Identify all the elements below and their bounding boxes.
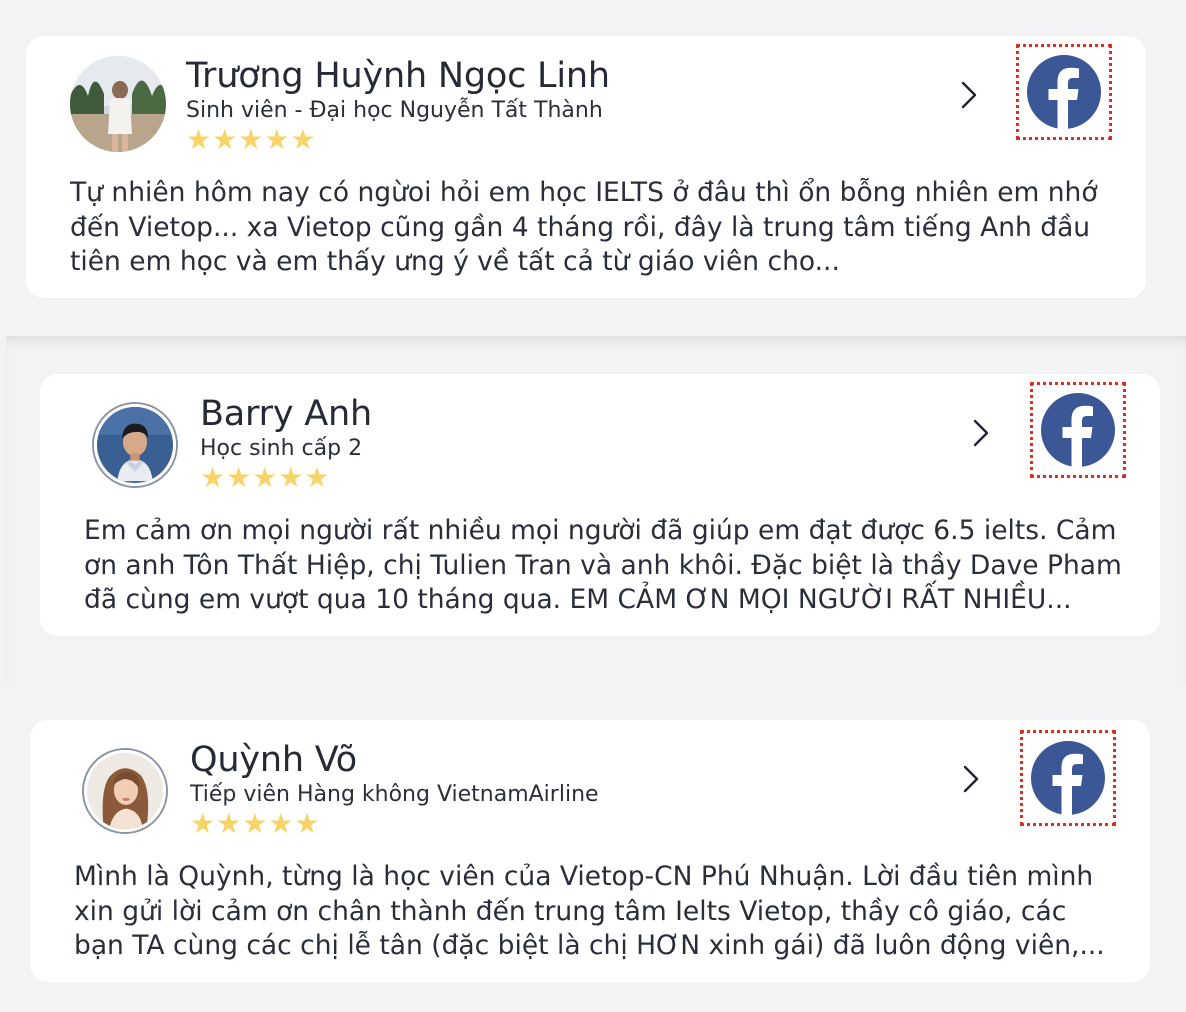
facebook-link[interactable]	[1020, 730, 1116, 826]
chevron-right-icon[interactable]	[970, 418, 992, 448]
facebook-icon	[1041, 393, 1115, 468]
avatar	[94, 404, 176, 486]
reviewer-name: Quỳnh Võ	[190, 740, 357, 780]
reviewer-name: Trương Huỳnh Ngọc Linh	[186, 56, 610, 96]
rating-stars: ★★★★★	[200, 461, 331, 494]
facebook-icon	[1031, 741, 1105, 816]
chevron-right-icon[interactable]	[958, 80, 980, 110]
review-card: Quỳnh Võ Tiếp viên Hàng không VietnamAir…	[30, 720, 1150, 982]
reviewer-name: Barry Anh	[200, 394, 372, 434]
reviewer-role: Sinh viên - Đại học Nguyễn Tất Thành	[186, 98, 603, 123]
facebook-icon	[1027, 55, 1101, 130]
review-section: Barry Anh Học sinh cấp 2 ★★★★★ Em cảm ơn…	[6, 336, 1186, 686]
facebook-link[interactable]	[1030, 382, 1126, 478]
review-text: Em cảm ơn mọi người rất nhiều mọi người …	[84, 515, 1122, 615]
reviewer-role: Tiếp viên Hàng không VietnamAirline	[190, 782, 599, 807]
facebook-link[interactable]	[1016, 44, 1112, 140]
review-text: Mình là Quỳnh, từng là học viên của Viet…	[74, 861, 1105, 961]
review-section: Quỳnh Võ Tiếp viên Hàng không VietnamAir…	[0, 686, 1186, 1012]
reviewer-role: Học sinh cấp 2	[200, 436, 363, 461]
review-text: Tự nhiên hôm nay có ngừoi hỏi em học IEL…	[70, 177, 1098, 277]
review-card: Barry Anh Học sinh cấp 2 ★★★★★ Em cảm ơn…	[40, 374, 1160, 636]
avatar	[84, 750, 166, 832]
avatar	[70, 56, 166, 152]
rating-stars: ★★★★★	[186, 123, 317, 156]
rating-stars: ★★★★★	[190, 807, 321, 840]
chevron-right-icon[interactable]	[960, 764, 982, 794]
review-card: Trương Huỳnh Ngọc Linh Sinh viên - Đại h…	[26, 36, 1146, 298]
review-section: Trương Huỳnh Ngọc Linh Sinh viên - Đại h…	[0, 0, 1186, 336]
